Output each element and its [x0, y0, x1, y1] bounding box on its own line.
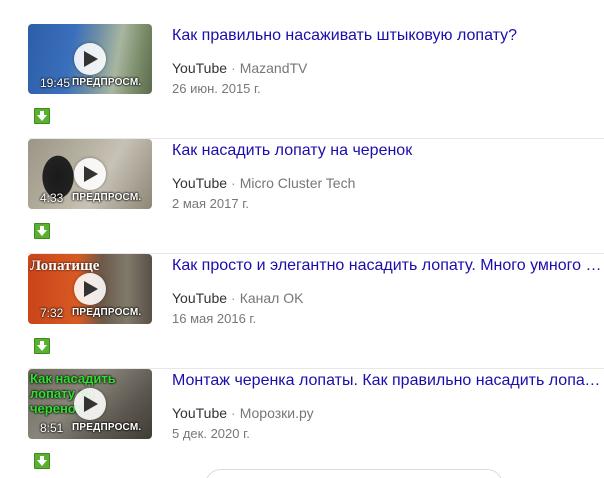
video-results-list: 19:45 ПРЕДПРОСМ. Как правильно насаживат… — [0, 0, 604, 478]
separator-dot: · — [231, 175, 236, 191]
play-icon — [84, 396, 98, 412]
video-thumbnail[interactable]: Как насадить лопату на черенок? 8:51 ПРЕ… — [28, 369, 152, 439]
more-results-button[interactable] — [205, 469, 503, 478]
video-thumbnail[interactable]: 4:33 ПРЕДПРОСМ. — [28, 139, 152, 209]
play-button[interactable] — [74, 43, 106, 75]
preview-label[interactable]: ПРЕДПРОСМ. — [72, 77, 141, 89]
download-button[interactable] — [34, 223, 50, 239]
video-date: 26 июн. 2015 г. — [172, 81, 261, 96]
source-site: YouTube — [172, 405, 228, 421]
download-arrow-icon — [37, 341, 47, 351]
video-title-link[interactable]: Как насадить лопату на черенок — [172, 141, 604, 161]
video-result: Как насадить лопату на черенок? 8:51 ПРЕ… — [28, 369, 604, 478]
preview-label[interactable]: ПРЕДПРОСМ. — [72, 192, 141, 204]
download-button[interactable] — [34, 453, 50, 469]
play-icon — [84, 166, 98, 182]
video-thumbnail[interactable]: 19:45 ПРЕДПРОСМ. — [28, 24, 152, 94]
source-site: YouTube — [172, 290, 228, 306]
download-button[interactable] — [34, 338, 50, 354]
video-duration: 4:33 — [40, 191, 64, 205]
video-source: YouTube · Micro Cluster Tech — [172, 174, 355, 192]
preview-label[interactable]: ПРЕДПРОСМ. — [72, 422, 141, 434]
play-button[interactable] — [74, 158, 106, 190]
channel-name: Морозки.ру — [239, 405, 314, 421]
video-result: 19:45 ПРЕДПРОСМ. Как правильно насаживат… — [28, 24, 604, 139]
channel-name: Micro Cluster Tech — [239, 175, 356, 191]
channel-name: Канал OK — [239, 290, 304, 306]
play-icon — [84, 281, 98, 297]
video-duration: 19:45 — [40, 76, 71, 90]
video-duration: 8:51 — [40, 421, 64, 435]
channel-name: MazandTV — [239, 60, 308, 76]
download-button[interactable] — [34, 108, 50, 124]
video-date: 16 мая 2016 г. — [172, 311, 257, 326]
source-site: YouTube — [172, 60, 228, 76]
video-thumbnail[interactable]: Лопатище 7:32 ПРЕДПРОСМ. — [28, 254, 152, 324]
separator-dot: · — [231, 290, 236, 306]
video-result: Лопатище 7:32 ПРЕДПРОСМ. Как просто и эл… — [28, 254, 604, 369]
download-arrow-icon — [37, 226, 47, 236]
play-button[interactable] — [74, 388, 106, 420]
play-icon — [84, 51, 98, 67]
video-source: YouTube · Морозки.ру — [172, 404, 314, 422]
download-arrow-icon — [37, 111, 47, 121]
preview-label[interactable]: ПРЕДПРОСМ. — [72, 307, 141, 319]
separator-dot: · — [231, 60, 236, 76]
video-result: 4:33 ПРЕДПРОСМ. Как насадить лопату на ч… — [28, 139, 604, 254]
video-title-link[interactable]: Как правильно насаживать штыковую лопату… — [172, 26, 604, 46]
separator-dot: · — [231, 405, 236, 421]
video-title-link[interactable]: Как просто и элегантно насадить лопату. … — [172, 256, 604, 276]
video-date: 5 дек. 2020 г. — [172, 426, 250, 441]
video-duration: 7:32 — [40, 306, 64, 320]
video-source: YouTube · MazandTV — [172, 59, 307, 77]
play-button[interactable] — [74, 273, 106, 305]
video-date: 2 мая 2017 г. — [172, 196, 249, 211]
video-title-link[interactable]: Монтаж черенка лопаты. Как правильно нас… — [172, 371, 604, 391]
download-arrow-icon — [37, 456, 47, 466]
video-source: YouTube · Канал OK — [172, 289, 303, 307]
source-site: YouTube — [172, 175, 228, 191]
